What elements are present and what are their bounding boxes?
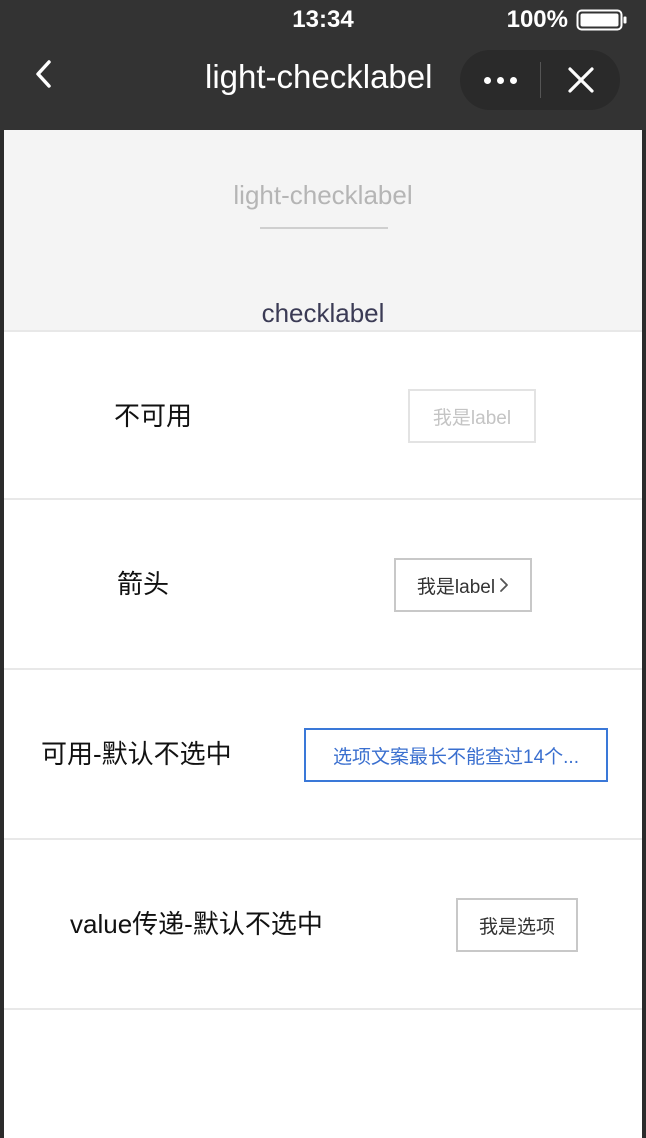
chip-label: 选项文案最长不能查过14个... xyxy=(333,746,579,768)
row-label: 可用-默认不选中 xyxy=(41,738,232,769)
chip-label: 我是选项 xyxy=(478,916,555,938)
chip-label: 我是label xyxy=(416,576,496,598)
row-label: 箭头 xyxy=(117,568,170,599)
checklabel-chip-disabled: 我是label xyxy=(408,389,536,443)
row-disabled: 不可用 我是label xyxy=(4,330,642,496)
page-banner: light-checklabel checklabel xyxy=(4,130,642,330)
checklabel-chip-long[interactable]: 选项文案最长不能查过14个... xyxy=(304,728,608,782)
banner-underline xyxy=(260,227,388,229)
close-icon xyxy=(567,67,594,93)
chip-label: 我是label xyxy=(432,407,512,429)
row-value-pass: value传递-默认不选中 我是选项 xyxy=(4,838,642,1004)
row-arrow: 箭头 我是label xyxy=(4,498,642,664)
chevron-right-icon xyxy=(499,577,509,593)
row-label: 不可用 xyxy=(114,400,193,431)
back-button[interactable] xyxy=(22,52,66,96)
battery-percent: 100% xyxy=(506,6,568,33)
section-title: checklabel xyxy=(261,298,385,328)
chevron-left-icon xyxy=(36,60,51,88)
row-default-unselected: 可用-默认不选中 选项文案最长不能查过14个... xyxy=(4,668,642,834)
close-button[interactable] xyxy=(541,50,620,110)
row-label: value传递-默认不选中 xyxy=(70,908,323,939)
banner-title: light-checklabel xyxy=(233,180,413,210)
mini-program-capsule xyxy=(460,50,620,110)
battery-status: 100% xyxy=(507,6,628,34)
app-header: 13:34 100% light-checklabel xyxy=(0,0,646,130)
more-dots-icon xyxy=(481,76,520,84)
nav-title: light-checklabel xyxy=(205,58,433,95)
more-button[interactable] xyxy=(460,50,540,110)
battery-icon xyxy=(576,9,627,31)
list-bottom-divider xyxy=(4,1008,642,1010)
checklabel-chip-value[interactable]: 我是选项 xyxy=(456,898,578,952)
checklabel-chip-arrow[interactable]: 我是label xyxy=(394,558,532,612)
